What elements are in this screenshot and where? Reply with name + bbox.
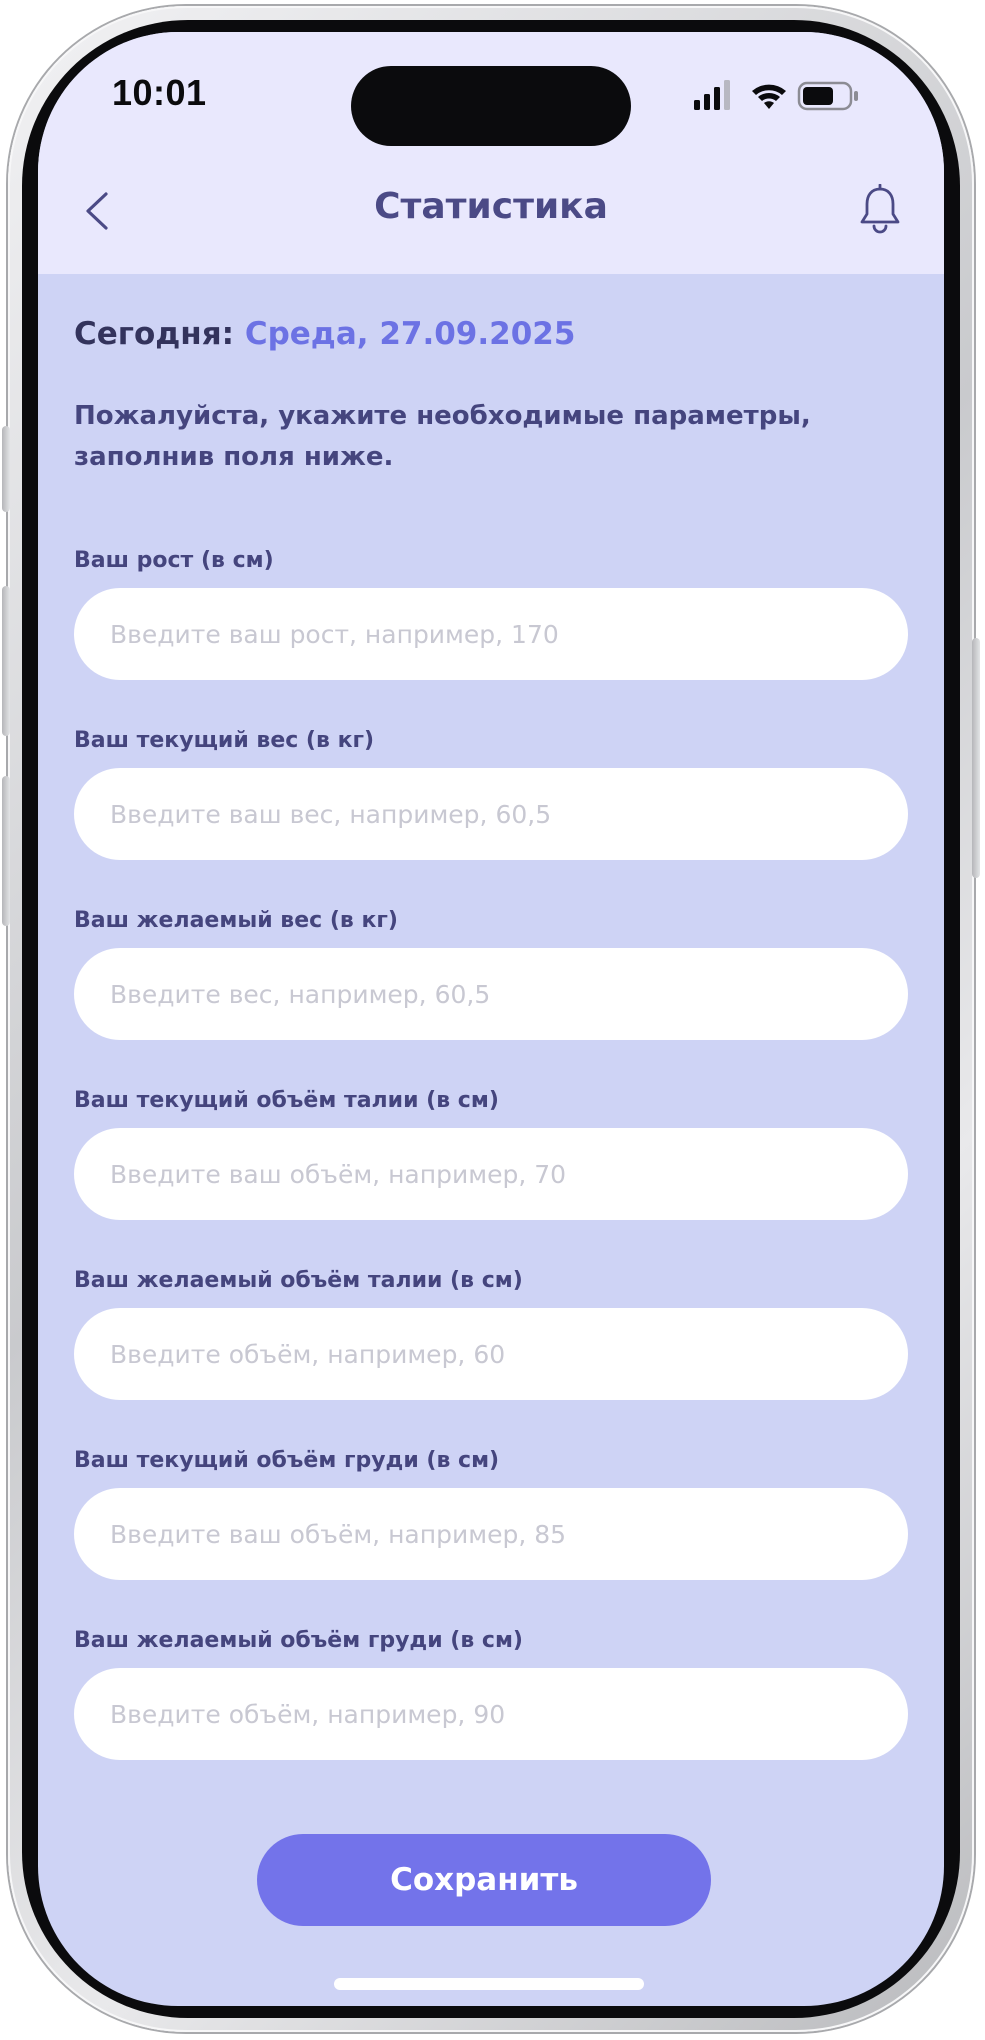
save-button[interactable]: Сохранить xyxy=(257,1834,711,1926)
today-date: Среда, 27.09.2025 xyxy=(244,316,576,352)
today-date-line: Сегодня: Среда, 27.09.2025 xyxy=(74,316,575,352)
current-weight-input[interactable] xyxy=(74,768,908,860)
field-desired-chest: Ваш желаемый объём груди (в см) xyxy=(74,1626,908,1760)
wifi-icon xyxy=(752,84,786,109)
dynamic-island xyxy=(351,66,631,146)
battery-icon xyxy=(797,81,858,111)
field-label: Ваш желаемый вес (в кг) xyxy=(74,908,398,933)
app-screen: 10:01 Статистика Сегодня: Среда, 27.09.2… xyxy=(38,32,944,2006)
action-button xyxy=(2,426,10,512)
volume-down-button xyxy=(2,776,10,926)
height-input[interactable] xyxy=(74,588,908,680)
status-icons xyxy=(694,80,858,111)
today-label: Сегодня: xyxy=(74,316,235,352)
field-current-chest: Ваш текущий объём груди (в см) xyxy=(74,1446,908,1580)
cellular-signal-icon xyxy=(694,80,730,110)
field-label: Ваш желаемый объём талии (в см) xyxy=(74,1268,523,1293)
desired-waist-input[interactable] xyxy=(74,1308,908,1400)
home-indicator[interactable] xyxy=(334,1978,644,1990)
current-chest-input[interactable] xyxy=(74,1488,908,1580)
field-current-weight: Ваш текущий вес (в кг) xyxy=(74,726,908,860)
field-desired-weight: Ваш желаемый вес (в кг) xyxy=(74,906,908,1040)
power-button xyxy=(972,638,980,878)
current-waist-input[interactable] xyxy=(74,1128,908,1220)
page-title: Статистика xyxy=(374,186,608,227)
field-label: Ваш желаемый объём груди (в см) xyxy=(74,1628,523,1653)
status-time: 10:01 xyxy=(112,72,207,113)
desired-weight-input[interactable] xyxy=(74,948,908,1040)
field-label: Ваш рост (в см) xyxy=(74,548,274,573)
desired-chest-input[interactable] xyxy=(74,1668,908,1760)
volume-up-button xyxy=(2,586,10,736)
header-area: 10:01 Статистика xyxy=(38,32,944,274)
notifications-button[interactable] xyxy=(858,183,902,234)
bell-icon xyxy=(860,183,900,234)
field-label: Ваш текущий вес (в кг) xyxy=(74,728,375,753)
field-label: Ваш текущий объём груди (в см) xyxy=(74,1448,500,1473)
form-instruction: Пожалуйста, укажите необходимые параметр… xyxy=(74,401,811,472)
field-height: Ваш рост (в см) xyxy=(74,546,908,680)
field-label: Ваш текущий объём талии (в см) xyxy=(74,1088,499,1113)
field-current-waist: Ваш текущий объём талии (в см) xyxy=(74,1086,908,1220)
field-desired-waist: Ваш желаемый объём талии (в см) xyxy=(74,1266,908,1400)
